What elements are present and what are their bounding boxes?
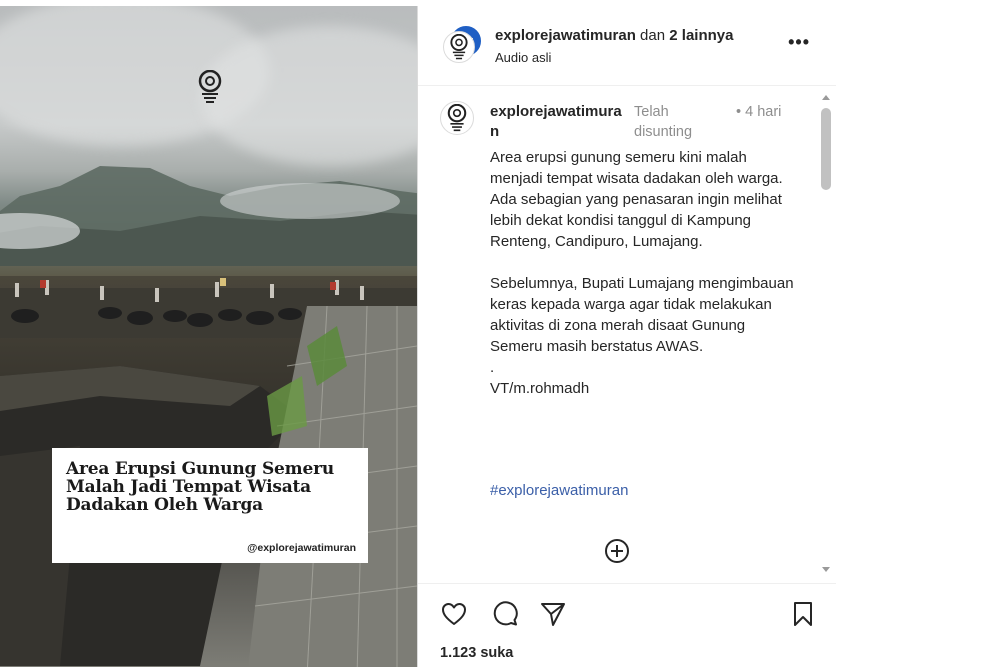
post-header: explorejawatimuran dan 2 lainnya Audio a…: [418, 6, 836, 86]
audio-link[interactable]: Audio asli: [495, 50, 551, 65]
post-actions: 1.123 suka: [418, 583, 836, 667]
post-time[interactable]: • 4 hari: [736, 102, 786, 122]
others-link[interactable]: 2 lainnya: [669, 27, 733, 44]
media-caption-handle: @explorejawatimuran: [247, 542, 356, 554]
scroll-up-arrow-icon[interactable]: [822, 95, 830, 100]
post-side-panel: explorejawatimuran dan 2 lainnya Audio a…: [417, 6, 836, 667]
media-caption-card: Area Erupsi Gunung Semeru Malah Jadi Tem…: [52, 448, 368, 563]
caption-paragraph: Sebelumnya, Bupati Lumajang mengimbauan …: [490, 275, 794, 355]
caption-paragraph: Area erupsi gunung semeru kini malah men…: [490, 149, 783, 250]
mountain-silhouette: [0, 166, 417, 266]
plus-circle-icon[interactable]: [603, 537, 631, 565]
likes-count[interactable]: 1.123 suka: [440, 645, 513, 661]
scrollbar-thumb[interactable]: [821, 108, 831, 190]
comments-scrollbar[interactable]: [819, 87, 833, 583]
edited-label: Telah disunting: [634, 104, 693, 140]
caption-username[interactable]: explorejawatimuran: [490, 102, 630, 142]
comments-section: explorejawatimuran Telah disunting • 4 h…: [418, 87, 836, 583]
avatar[interactable]: [440, 101, 474, 135]
caption-line: Malah Jadi Tempat Wisata: [66, 477, 311, 497]
header-conjunction: dan: [635, 27, 670, 44]
bookmark-icon[interactable]: [789, 600, 817, 628]
watermark-logo-icon: [198, 70, 222, 103]
username-link[interactable]: explorejawatimuran: [495, 27, 636, 44]
explorejawatimuran-logo-icon: [450, 34, 468, 60]
more-horizontal-icon[interactable]: •••: [788, 32, 810, 53]
heart-icon[interactable]: [440, 600, 468, 628]
caption-dot: .: [490, 359, 495, 376]
hashtag-link[interactable]: #explorejawatimuran: [490, 482, 628, 499]
avatar[interactable]: [443, 31, 475, 63]
collab-avatars[interactable]: [443, 25, 482, 63]
explorejawatimuran-logo-icon: [447, 104, 467, 132]
caption-line: Area Erupsi Gunung Semeru: [66, 459, 334, 479]
send-icon[interactable]: [539, 600, 567, 628]
comment-icon[interactable]: [492, 600, 520, 628]
caption-text: Area erupsi gunung semeru kini malah men…: [490, 147, 800, 399]
header-usernames: explorejawatimuran dan 2 lainnya: [495, 27, 733, 44]
post-media[interactable]: Area Erupsi Gunung Semeru Malah Jadi Tem…: [0, 6, 417, 667]
caption-credit: VT/m.rohmadh: [490, 380, 590, 397]
scroll-down-arrow-icon[interactable]: [822, 567, 830, 572]
caption-line: Dadakan Oleh Warga: [66, 495, 263, 515]
media-caption-title: Area Erupsi Gunung Semeru Malah Jadi Tem…: [66, 460, 356, 514]
